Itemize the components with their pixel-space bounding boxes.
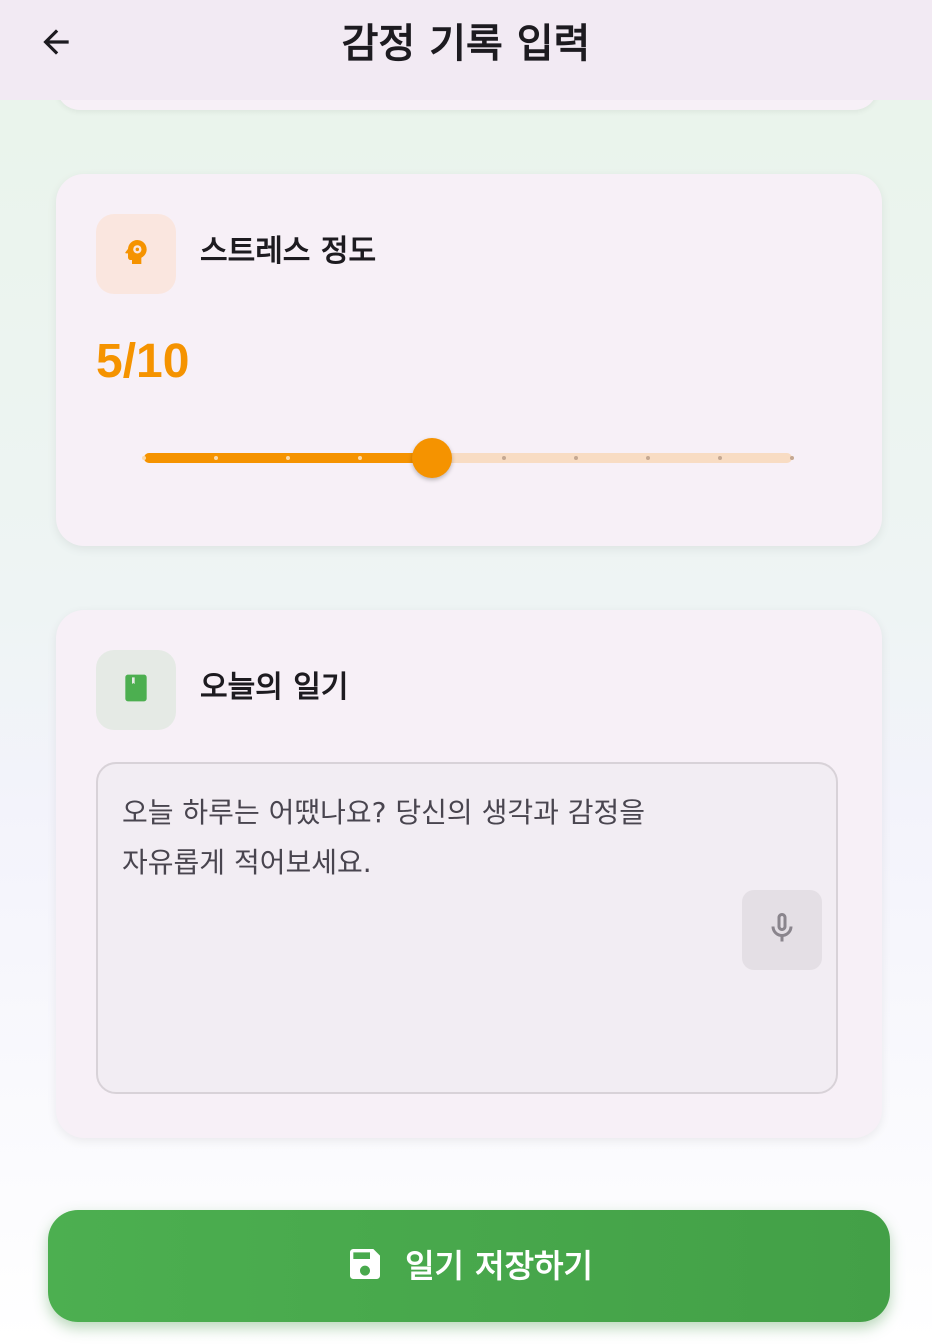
page-title: 감정 기록 입력	[341, 21, 591, 67]
placeholder-line-1: 오늘 하루는 어땠나요? 당신의 생각과 감정을	[122, 796, 646, 829]
diary-text-field[interactable]: 오늘 하루는 어땠나요? 당신의 생각과 감정을 자유롭게 적어보세요.	[96, 762, 838, 1094]
psychology-head-icon	[120, 236, 152, 272]
save-button-label: 일기 저장하기	[405, 1247, 593, 1285]
stress-icon-box	[96, 214, 176, 294]
slider-tick	[718, 456, 722, 460]
save-diary-button[interactable]: 일기 저장하기	[48, 1210, 890, 1322]
stress-card: 스트레스 정도 5/10	[56, 174, 882, 546]
microphone-icon	[764, 910, 800, 950]
stress-slider[interactable]	[142, 438, 794, 478]
diary-card: 오늘의 일기 오늘 하루는 어땠나요? 당신의 생각과 감정을 자유롭게 적어보…	[56, 610, 882, 1138]
slider-tick	[646, 456, 650, 460]
app-bar: 감정 기록 입력	[0, 0, 932, 100]
placeholder-line-2: 자유롭게 적어보세요.	[122, 846, 372, 879]
voice-input-button[interactable]	[742, 890, 822, 970]
slider-thumb[interactable]	[412, 438, 452, 478]
book-icon	[120, 672, 152, 708]
slider-tick	[142, 456, 146, 460]
stress-title: 스트레스 정도	[200, 234, 377, 269]
stress-value: 5/10	[96, 335, 190, 388]
slider-tick	[574, 456, 578, 460]
diary-icon-box	[96, 650, 176, 730]
slider-tick	[502, 456, 506, 460]
diary-title: 오늘의 일기	[200, 670, 349, 705]
slider-tick	[358, 456, 362, 460]
slider-tick	[286, 456, 290, 460]
diary-placeholder: 오늘 하루는 어땠나요? 당신의 생각과 감정을 자유롭게 적어보세요.	[122, 788, 742, 888]
slider-tick	[790, 456, 794, 460]
save-icon	[345, 1244, 385, 1288]
slider-tick	[214, 456, 218, 460]
